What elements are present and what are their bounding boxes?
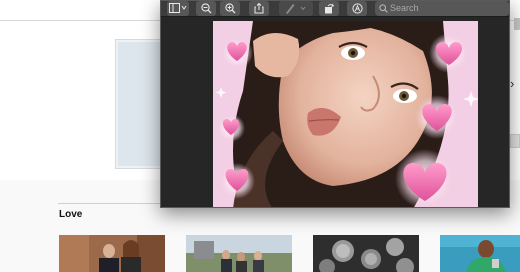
article-thumbnail[interactable] [59,235,165,272]
markup-pen-icon [286,4,306,14]
section-heading: Love [59,209,83,220]
edge-card[interactable] [510,134,520,148]
article-thumbnail[interactable] [313,235,419,272]
preview-toolbar: Search [161,1,509,17]
zoom-in-button[interactable] [220,1,240,16]
article-thumbnail[interactable] [440,235,520,272]
rotate-button[interactable] [319,1,339,16]
share-button[interactable] [249,1,269,16]
annotate-button[interactable] [347,1,367,16]
background-image-card[interactable] [116,40,164,168]
share-icon [254,3,264,14]
search-icon [379,4,388,13]
preview-image [213,21,478,207]
zoom-out-button[interactable] [196,1,216,16]
markup-button[interactable] [279,1,313,16]
zoom-out-icon [200,3,211,14]
edge-icon [514,18,520,30]
sidebar-toggle-button[interactable] [167,1,189,16]
preview-window: Search [160,0,510,208]
annotate-icon [351,3,363,14]
search-placeholder: Search [390,3,419,13]
section-rule [58,203,166,204]
article-thumbnail[interactable] [186,235,292,272]
zoom-in-icon [224,3,235,14]
rotate-icon [324,3,334,14]
search-field[interactable]: Search [375,1,509,16]
chevron-right-icon[interactable]: › [510,76,520,91]
